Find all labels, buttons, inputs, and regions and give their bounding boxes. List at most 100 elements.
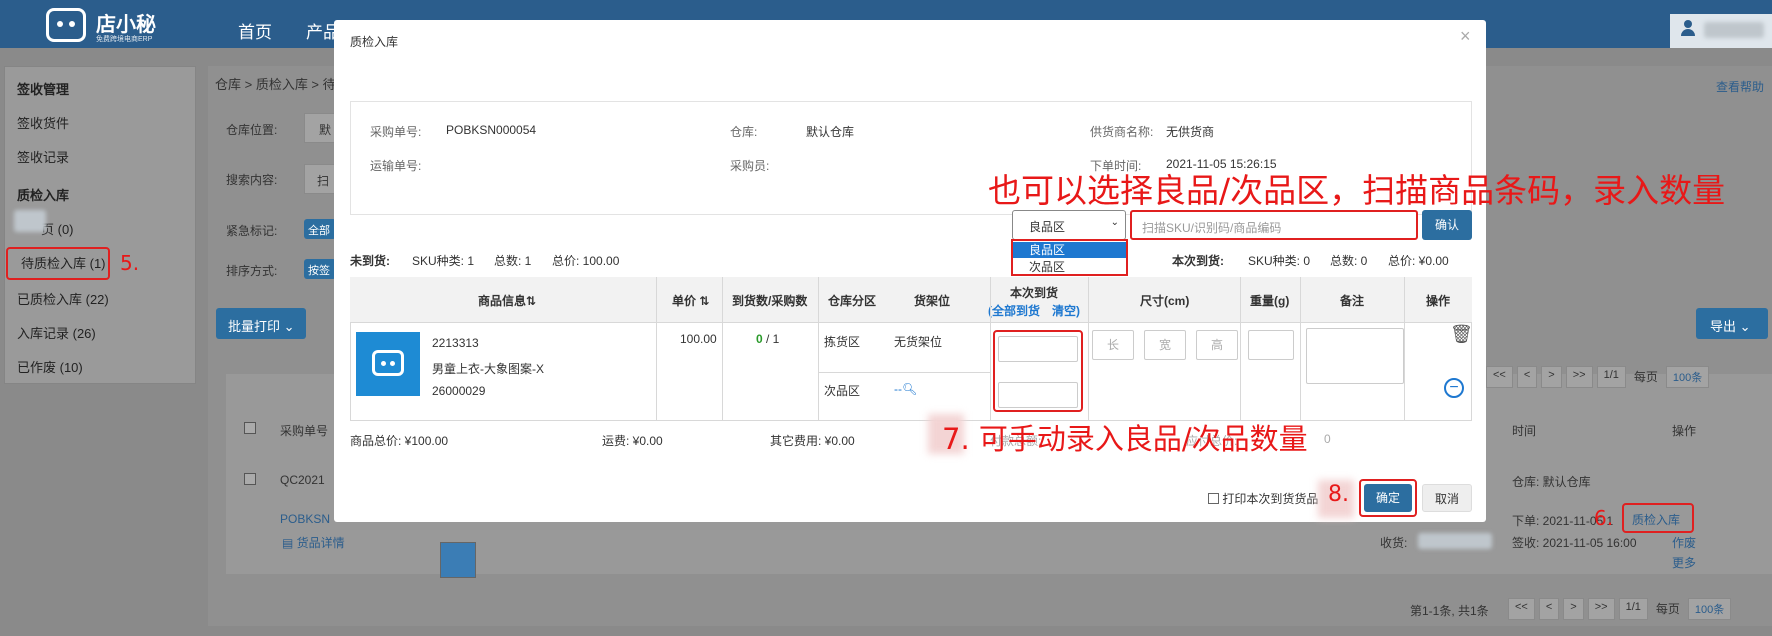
sidebar-item-receive-goods[interactable]: 签收货件 (17, 113, 69, 132)
remark-textarea[interactable] (1306, 328, 1404, 384)
this-arrival-label: 本次到货: (1172, 254, 1224, 268)
product-image (356, 332, 420, 396)
th-weight: 重量(g) (1250, 294, 1290, 308)
this-arrival-total: 总数: 0 (1330, 254, 1368, 268)
col-divider (818, 277, 819, 421)
pager-prev[interactable]: < (1538, 598, 1560, 620)
filter-sort-label: 排序方式: (226, 264, 278, 278)
sidebar-item-voided[interactable]: 已作废 (10) (17, 357, 83, 376)
zone-select[interactable]: 良品区 ⌄ (1012, 210, 1126, 240)
ok-button[interactable]: 确定 (1364, 484, 1412, 512)
th-this-arrival: 本次到货 (1010, 286, 1059, 300)
warehouse-value: 默认仓库 (806, 125, 855, 139)
sidebar-item-done-qc[interactable]: 已质检入库 (22) (17, 289, 109, 308)
row-po-link[interactable]: POBKSN (280, 512, 330, 526)
zone-select-value: 良品区 (1029, 220, 1066, 234)
width-input[interactable]: 宽 (1144, 330, 1186, 360)
per-page-select[interactable]: 100条 (1687, 598, 1732, 620)
th-product[interactable]: 商品信息⇅ (478, 292, 536, 309)
username-blurred (1704, 22, 1764, 38)
supplier-value: 无供货商 (1166, 125, 1215, 139)
logo-name: 店小秘 (96, 14, 156, 36)
all-arrive-link[interactable]: (全部到货 (988, 302, 1040, 319)
freight: 运费: ¥0.00 (602, 434, 663, 448)
pager-first[interactable]: << (1508, 598, 1535, 620)
print-checkbox[interactable] (1208, 493, 1219, 504)
pager-next[interactable]: > (1563, 598, 1584, 620)
height-input[interactable]: 高 (1196, 330, 1238, 360)
qc-inbound-link[interactable]: 质检入库 (1632, 511, 1680, 528)
zone-pick: 拣货区 (824, 335, 861, 349)
row-checkbox[interactable] (244, 473, 256, 485)
product-sku: 2213313 (432, 336, 479, 350)
not-arrived-price: 总价: 100.00 (552, 254, 620, 268)
search-icon: 🔍︎ (902, 382, 918, 396)
zone-dropdown: 良品区 次品区 (1011, 239, 1128, 276)
sidebar-section-receive: 签收管理 (17, 82, 70, 97)
page-top-indicator: 1/1 (1596, 366, 1626, 388)
scan-input[interactable]: 扫描SKU/识别码/商品编码 (1130, 210, 1418, 240)
export-button[interactable]: 导出 ⌄ (1696, 308, 1768, 339)
batch-print-button[interactable]: 批量打印 ⌄ (216, 308, 306, 339)
goods-detail-label: 货品详情 (296, 536, 345, 550)
pager-summary: 第1-1条, 共1条 (1410, 604, 1489, 618)
sidebar-section-qc: 质检入库 (17, 188, 70, 203)
th-ops: 操作 (1426, 294, 1451, 308)
shelf-defect[interactable]: --🔍︎ (894, 382, 917, 396)
batch-print-label: 批量打印 (228, 319, 281, 334)
close-icon[interactable]: × (1460, 26, 1471, 47)
th-shelf: 货架位 (914, 294, 951, 308)
filter-urgent-all[interactable]: 全部 (304, 219, 336, 239)
void-link[interactable]: 作废 (1672, 534, 1696, 551)
qty-good-input[interactable] (998, 336, 1078, 362)
col-divider (722, 277, 723, 421)
row-warehouse: 仓库: 默认仓库 (1512, 475, 1591, 489)
scan-confirm-button[interactable]: 确认 (1422, 210, 1472, 240)
cancel-button[interactable]: 取消 (1422, 484, 1472, 512)
col-time: 时间 (1512, 424, 1537, 438)
pager-top-next[interactable]: > (1541, 366, 1562, 388)
filter-sort-option[interactable]: 按签 (304, 259, 336, 279)
robot-image-icon (372, 350, 404, 376)
goods-detail-link[interactable]: ▤ 货品详情 (282, 534, 345, 551)
filter-warehouse-label: 仓库位置: (226, 123, 278, 137)
annotation-step5: 5. (120, 251, 140, 275)
chevron-down-icon: ⌄ (1110, 217, 1119, 228)
this-arrival-sku: SKU种类: 0 (1248, 254, 1311, 268)
filter-search-input[interactable]: 扫 (304, 164, 336, 194)
per-page-top-select[interactable]: 100条 (1665, 366, 1710, 388)
zone-option-defect[interactable]: 次品区 (1013, 259, 1126, 275)
pager-last[interactable]: >> (1587, 598, 1615, 620)
buyer-label: 采购员: (730, 159, 770, 173)
blurred-label (14, 210, 46, 232)
qty-defect-input[interactable] (998, 382, 1078, 408)
pager-top-first[interactable]: << (1486, 366, 1513, 388)
annotation-top: 也可以选择良品/次品区，扫描商品条码，录入数量 (988, 171, 1726, 210)
sidebar-item-receive-records[interactable]: 签收记录 (17, 147, 69, 166)
col-ops: 操作 (1672, 424, 1697, 438)
clear-link[interactable]: 清空) (1052, 302, 1080, 319)
filter-search-label: 搜索内容: (226, 173, 278, 187)
print-option[interactable]: 打印本次到货货品 (1208, 490, 1318, 507)
arrived-count: 0 (756, 332, 763, 346)
col-divider (990, 277, 991, 421)
not-arrived-total: 总数: 1 (494, 254, 532, 268)
nav-home[interactable]: 首页 (238, 18, 272, 43)
zone-defect: 次品区 (824, 384, 861, 398)
app-logo[interactable]: 店小秘 免费跨境电商ERP (44, 6, 194, 44)
pager-top-last[interactable]: >> (1565, 366, 1593, 388)
more-link[interactable]: 更多 (1672, 554, 1696, 571)
zone-option-good[interactable]: 良品区 (1013, 242, 1126, 258)
select-all-checkbox[interactable] (244, 422, 256, 434)
length-input[interactable]: 长 (1092, 330, 1134, 360)
filter-warehouse-select[interactable]: 默 (304, 113, 336, 143)
highlight-pending-qc (6, 247, 110, 280)
pager-top-prev[interactable]: < (1516, 366, 1538, 388)
remove-circle-icon[interactable]: − (1444, 378, 1464, 398)
delete-trash-icon[interactable]: 🗑︎ (1450, 324, 1473, 345)
sidebar-item-inbound-records[interactable]: 入库记录 (26) (17, 323, 96, 342)
weight-input[interactable] (1248, 330, 1294, 360)
help-link[interactable]: 查看帮助 (1716, 78, 1764, 95)
th-arrived: 到货数/采购数 (732, 294, 808, 308)
th-unit-price[interactable]: 单价 ⇅ (672, 292, 709, 309)
